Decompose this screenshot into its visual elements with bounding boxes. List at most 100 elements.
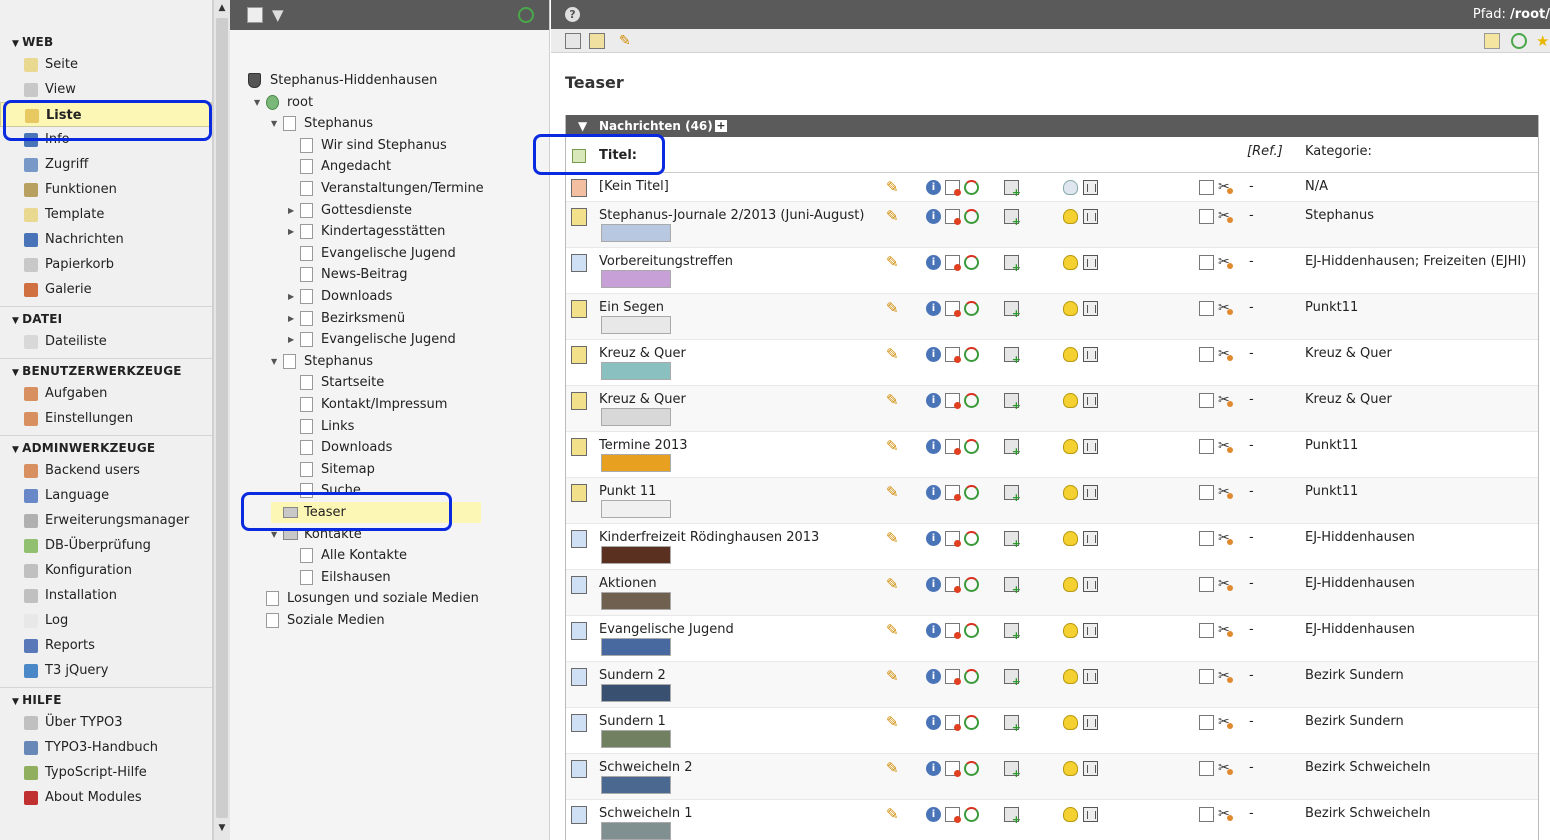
module-item-typoscript-hilfe[interactable]: TypoScript-Hilfe bbox=[0, 760, 212, 785]
filter-icon[interactable]: ▼ bbox=[272, 7, 288, 23]
help-icon[interactable]: ? bbox=[565, 7, 580, 22]
thumbnail-image[interactable] bbox=[601, 454, 671, 472]
thumbnail-image[interactable] bbox=[601, 316, 671, 334]
module-item-dateiliste[interactable]: Dateiliste bbox=[0, 329, 212, 354]
menu-group-header[interactable]: ▼ ADMINWERKZEUGE bbox=[0, 436, 212, 458]
delete-icon[interactable] bbox=[1083, 761, 1098, 776]
history-icon[interactable] bbox=[945, 807, 961, 823]
info-icon[interactable]: i bbox=[926, 577, 941, 592]
edit-pencil-icon[interactable]: ✎ bbox=[886, 439, 901, 454]
new-after-icon[interactable] bbox=[1004, 439, 1021, 458]
record-type-icon[interactable] bbox=[571, 179, 587, 197]
edit-pencil-icon[interactable]: ✎ bbox=[886, 393, 901, 408]
new-after-icon[interactable] bbox=[1004, 623, 1021, 642]
edit-pencil-icon[interactable]: ✎ bbox=[886, 761, 901, 776]
undo-icon[interactable] bbox=[964, 301, 979, 316]
edit-page-icon[interactable]: ✎ bbox=[619, 33, 635, 49]
visibility-bulb-icon[interactable] bbox=[1063, 669, 1078, 684]
thumbnail-image[interactable] bbox=[601, 776, 671, 794]
info-icon[interactable]: i bbox=[926, 761, 941, 776]
new-record-icon[interactable] bbox=[565, 33, 581, 49]
cut-scissors-icon[interactable]: ✂ bbox=[1218, 393, 1233, 408]
undo-icon[interactable] bbox=[964, 485, 979, 500]
history-icon[interactable] bbox=[945, 623, 961, 639]
expand-icon[interactable]: ▶ bbox=[288, 308, 298, 329]
record-type-icon[interactable] bbox=[571, 346, 587, 364]
thumbnail-image[interactable] bbox=[601, 408, 671, 426]
edit-pencil-icon[interactable]: ✎ bbox=[886, 531, 901, 546]
thumbnail-image[interactable] bbox=[601, 224, 671, 242]
collapse-icon[interactable]: ▼ bbox=[271, 351, 281, 372]
module-item-einstellungen[interactable]: Einstellungen bbox=[0, 406, 212, 431]
copy-icon[interactable] bbox=[1199, 209, 1214, 224]
copy-icon[interactable] bbox=[1199, 393, 1214, 408]
menu-group-header[interactable]: ▼ DATEI bbox=[0, 307, 212, 329]
table-row[interactable]: Kreuz & Quer ✎ i ✂ - Kreuz & Quer bbox=[566, 386, 1538, 432]
module-item-db-berpr-fung[interactable]: DB-Überprüfung bbox=[0, 533, 212, 558]
delete-icon[interactable] bbox=[1083, 255, 1098, 270]
new-after-icon[interactable] bbox=[1004, 485, 1021, 504]
history-icon[interactable] bbox=[945, 715, 961, 731]
scroll-down-icon[interactable]: ▼ bbox=[214, 820, 230, 836]
thumbnail-image[interactable] bbox=[601, 822, 671, 840]
cut-scissors-icon[interactable]: ✂ bbox=[1218, 623, 1233, 638]
table-row[interactable]: [Kein Titel] ✎ i ✂ - N/A bbox=[566, 173, 1538, 202]
table-row[interactable]: Schweicheln 2 ✎ i ✂ - Bezirk Schweicheln bbox=[566, 754, 1538, 800]
scroll-thumb[interactable] bbox=[216, 18, 228, 818]
visibility-bulb-icon[interactable] bbox=[1063, 301, 1078, 316]
edit-pencil-icon[interactable]: ✎ bbox=[886, 577, 901, 592]
module-item--ber-typo3[interactable]: Über TYPO3 bbox=[0, 710, 212, 735]
expand-plus-icon[interactable]: + bbox=[715, 120, 727, 132]
undo-icon[interactable] bbox=[964, 439, 979, 454]
cut-scissors-icon[interactable]: ✂ bbox=[1218, 761, 1233, 776]
module-item-papierkorb[interactable]: Papierkorb bbox=[0, 252, 212, 277]
table-row[interactable]: Kinderfreizeit Rödinghausen 2013 ✎ i ✂ - EJ-H… bbox=[566, 524, 1538, 570]
thumbnail-image[interactable] bbox=[601, 270, 671, 288]
scroll-up-icon[interactable]: ▲ bbox=[214, 0, 230, 16]
edit-pencil-icon[interactable]: ✎ bbox=[886, 807, 901, 822]
info-icon[interactable]: i bbox=[926, 301, 941, 316]
delete-icon[interactable] bbox=[1083, 347, 1098, 362]
copy-icon[interactable] bbox=[1199, 531, 1214, 546]
record-title[interactable]: [Kein Titel] bbox=[599, 179, 669, 194]
visibility-bulb-icon[interactable] bbox=[1063, 807, 1078, 822]
record-title[interactable]: Vorbereitungstreffen bbox=[599, 254, 733, 269]
edit-pencil-icon[interactable]: ✎ bbox=[886, 715, 901, 730]
record-title[interactable]: Evangelische Jugend bbox=[599, 622, 734, 637]
history-icon[interactable] bbox=[945, 761, 961, 777]
table-row[interactable]: Sundern 2 ✎ i ✂ - Bezirk Sundern bbox=[566, 662, 1538, 708]
new-after-icon[interactable] bbox=[1004, 393, 1021, 412]
record-type-icon[interactable] bbox=[571, 576, 587, 594]
collapse-icon[interactable]: ▼ bbox=[271, 524, 281, 545]
module-item-about-modules[interactable]: About Modules bbox=[0, 785, 212, 810]
cut-scissors-icon[interactable]: ✂ bbox=[1218, 209, 1233, 224]
undo-icon[interactable] bbox=[964, 623, 979, 638]
undo-icon[interactable] bbox=[964, 531, 979, 546]
new-after-icon[interactable] bbox=[1004, 761, 1021, 780]
thumbnail-image[interactable] bbox=[601, 362, 671, 380]
table-row[interactable]: Termine 2013 ✎ i ✂ - Punkt11 bbox=[566, 432, 1538, 478]
record-title[interactable]: Sundern 2 bbox=[599, 668, 666, 683]
copy-icon[interactable] bbox=[1199, 577, 1214, 592]
record-type-icon[interactable] bbox=[571, 668, 587, 686]
delete-icon[interactable] bbox=[1083, 439, 1098, 454]
delete-icon[interactable] bbox=[1083, 715, 1098, 730]
new-after-icon[interactable] bbox=[1004, 301, 1021, 320]
delete-icon[interactable] bbox=[1083, 669, 1098, 684]
table-row[interactable]: Schweicheln 1 ✎ i ✂ - Bezirk Schweicheln bbox=[566, 800, 1538, 840]
thumbnail-image[interactable] bbox=[601, 546, 671, 564]
record-type-icon[interactable] bbox=[571, 484, 587, 502]
undo-icon[interactable] bbox=[964, 715, 979, 730]
record-title[interactable]: Schweicheln 1 bbox=[599, 806, 693, 821]
module-menu-scrollbar[interactable]: ▲ ▼ bbox=[213, 0, 230, 840]
module-item-info[interactable]: Info bbox=[0, 127, 212, 152]
table-row[interactable]: Punkt 11 ✎ i ✂ - Punkt11 bbox=[566, 478, 1538, 524]
cut-scissors-icon[interactable]: ✂ bbox=[1218, 180, 1233, 195]
star-icon[interactable]: ★ bbox=[1536, 33, 1550, 49]
thumbnail-image[interactable] bbox=[601, 684, 671, 702]
visibility-bulb-icon[interactable] bbox=[1063, 209, 1078, 224]
cut-scissors-icon[interactable]: ✂ bbox=[1218, 439, 1233, 454]
new-after-icon[interactable] bbox=[1004, 180, 1021, 199]
undo-icon[interactable] bbox=[964, 255, 979, 270]
record-type-icon[interactable] bbox=[571, 392, 587, 410]
